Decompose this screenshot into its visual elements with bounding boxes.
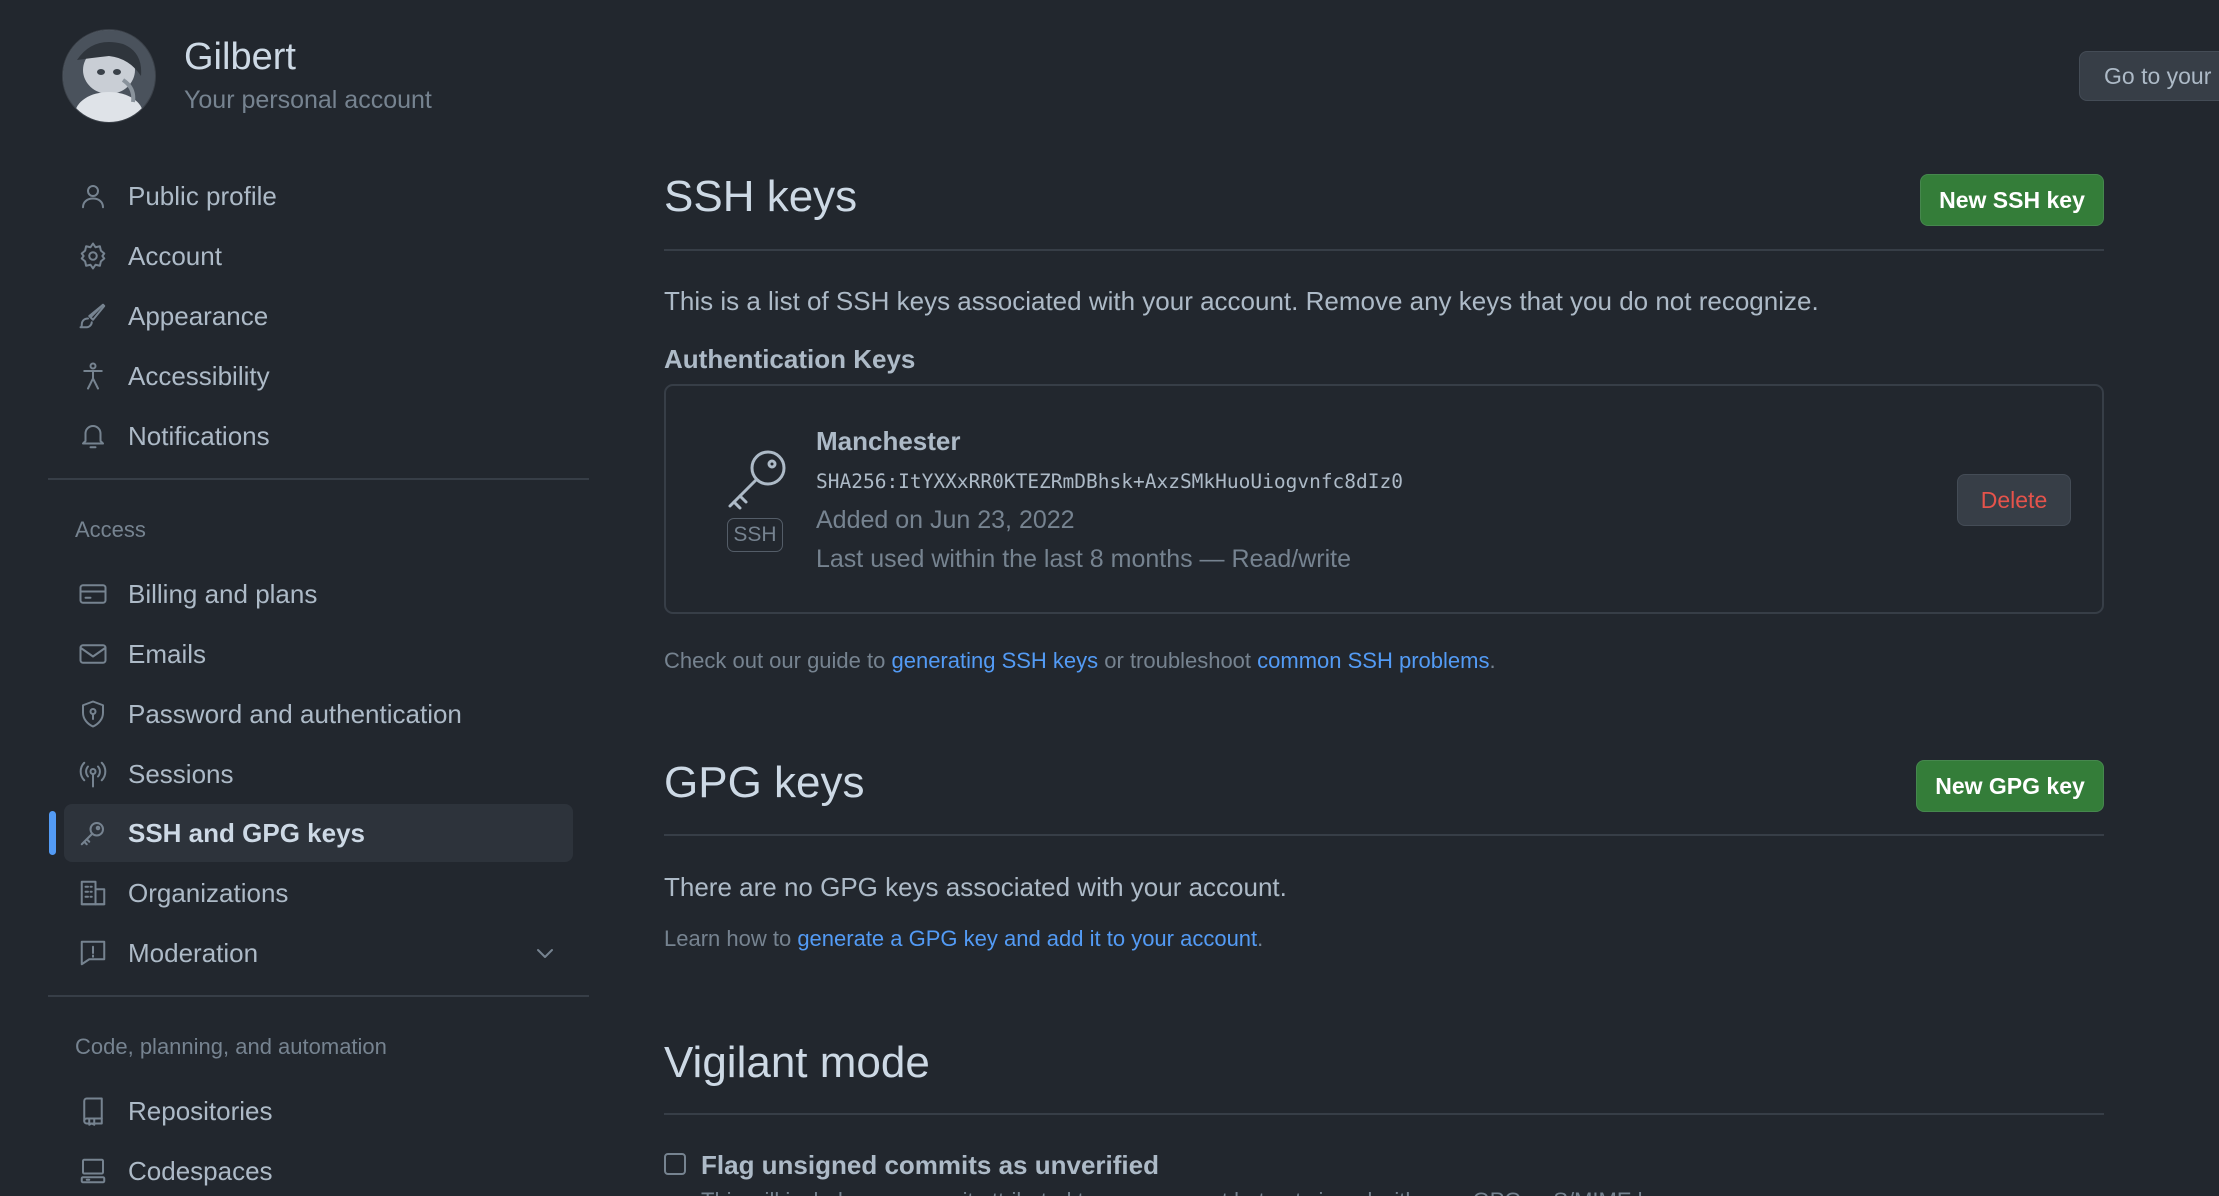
- sidebar-item-label: Emails: [128, 638, 207, 669]
- sidebar-item-public-profile[interactable]: Public profile: [64, 167, 573, 225]
- gpg-learn-prefix: Learn how to: [664, 926, 798, 951]
- sidebar-item-emails[interactable]: Emails: [64, 625, 573, 683]
- accessibility-icon: [78, 361, 108, 391]
- sidebar-item-label: Appearance: [128, 300, 269, 331]
- delete-ssh-key-button[interactable]: Delete: [1957, 474, 2071, 526]
- sidebar-item-password[interactable]: Password and authentication: [64, 685, 573, 743]
- sidebar-item-label: Account: [128, 240, 222, 271]
- organization-icon: [78, 878, 108, 908]
- sidebar-item-codespaces[interactable]: Codespaces: [64, 1142, 573, 1196]
- flag-unsigned-commits-checkbox[interactable]: [664, 1153, 686, 1175]
- sidebar-item-account[interactable]: Account: [64, 227, 573, 285]
- sidebar-item-label: Sessions: [128, 758, 234, 789]
- key-icon: [78, 818, 108, 848]
- sidebar-item-label: Password and authentication: [128, 698, 462, 729]
- ssh-key-name: Manchester: [816, 426, 961, 456]
- vigilant-description: This will include any commit attributed …: [701, 1188, 1676, 1196]
- paintbrush-icon: [78, 301, 108, 331]
- chevron-down-icon[interactable]: [533, 941, 557, 965]
- sidebar-divider: [48, 995, 589, 997]
- sidebar-item-label: Codespaces: [128, 1155, 273, 1186]
- bell-icon: [78, 421, 108, 451]
- sidebar-item-label: Accessibility: [128, 360, 270, 391]
- report-icon: [78, 938, 108, 968]
- vigilant-mode-heading: Vigilant mode: [664, 1038, 930, 1087]
- gpg-keys-heading: GPG keys: [664, 758, 865, 807]
- ssh-description: This is a list of SSH keys associated wi…: [664, 286, 1819, 316]
- go-to-profile-button[interactable]: Go to your: [2079, 51, 2219, 101]
- credit-card-icon: [78, 579, 108, 609]
- codespaces-icon: [78, 1156, 108, 1186]
- sidebar-item-label: Billing and plans: [128, 578, 318, 609]
- sidebar-section-code: Code, planning, and automation: [75, 1034, 387, 1059]
- sidebar-item-repositories[interactable]: Repositories: [64, 1082, 573, 1140]
- sidebar-item-billing[interactable]: Billing and plans: [64, 565, 573, 623]
- mail-icon: [78, 639, 108, 669]
- sidebar-item-appearance[interactable]: Appearance: [64, 287, 573, 345]
- authentication-keys-heading: Authentication Keys: [664, 344, 916, 374]
- sidebar-item-label: Notifications: [128, 420, 270, 451]
- sidebar-item-label: Public profile: [128, 180, 277, 211]
- new-gpg-key-button[interactable]: New GPG key: [1916, 760, 2104, 812]
- gpg-heading-rule: [664, 834, 2104, 836]
- ssh-guide-note: Check out our guide to generating SSH ke…: [664, 648, 1496, 674]
- sidebar-item-label: Organizations: [128, 877, 289, 908]
- ssh-guide-prefix: Check out our guide to: [664, 648, 892, 673]
- ssh-keys-heading: SSH keys: [664, 172, 858, 221]
- settings-page: Gilbert Your personal account Go to your…: [0, 0, 2219, 1196]
- sidebar-item-organizations[interactable]: Organizations: [64, 864, 573, 922]
- ssh-guide-suffix: .: [1489, 648, 1496, 673]
- sidebar-item-label: Moderation: [128, 937, 259, 968]
- key-icon: [724, 444, 792, 512]
- gear-icon: [78, 241, 108, 271]
- new-ssh-key-button[interactable]: New SSH key: [1920, 174, 2104, 226]
- sidebar-divider: [48, 478, 589, 480]
- flag-unsigned-commits-label[interactable]: Flag unsigned commits as unverified: [701, 1150, 1159, 1181]
- gpg-learn-suffix: .: [1257, 926, 1264, 951]
- sidebar-item-accessibility[interactable]: Accessibility: [64, 347, 573, 405]
- vigilant-heading-rule: [664, 1113, 2104, 1115]
- ssh-heading-rule: [664, 249, 2104, 251]
- gpg-learn-note: Learn how to generate a GPG key and add …: [664, 926, 1263, 952]
- gpg-empty-text: There are no GPG keys associated with yo…: [664, 872, 1287, 902]
- active-indicator: [49, 811, 56, 855]
- ssh-guide-middle: or troubleshoot: [1098, 648, 1258, 673]
- repo-icon: [78, 1096, 108, 1126]
- sidebar-item-label: Repositories: [128, 1095, 273, 1126]
- ssh-badge: SSH: [727, 518, 783, 552]
- sidebar-item-label: SSH and GPG keys: [128, 817, 365, 848]
- common-ssh-problems-link[interactable]: common SSH problems: [1257, 648, 1489, 673]
- generate-gpg-key-link[interactable]: generate a GPG key and add it to your ac…: [797, 926, 1257, 951]
- generating-ssh-keys-link[interactable]: generating SSH keys: [891, 648, 1098, 673]
- sidebar-section-access: Access: [75, 517, 146, 542]
- broadcast-icon: [78, 759, 108, 789]
- ssh-key-card: SSH Manchester SHA256:ItYXXxRR0KTEZRmDBh…: [664, 384, 2104, 614]
- sidebar-item-moderation[interactable]: Moderation: [64, 924, 573, 982]
- person-icon: [78, 181, 108, 211]
- settings-sidebar: Public profile Account Appearance Access…: [0, 0, 600, 1196]
- sidebar-item-sessions[interactable]: Sessions: [64, 745, 573, 803]
- sidebar-item-notifications[interactable]: Notifications: [64, 407, 573, 465]
- sidebar-item-ssh-gpg-keys[interactable]: SSH and GPG keys: [64, 804, 573, 862]
- ssh-key-fingerprint: SHA256:ItYXXxRR0KTEZRmDBhsk+AxzSMkHuoUio…: [816, 470, 1403, 493]
- ssh-key-last-used: Last used within the last 8 months — Rea…: [816, 545, 1351, 573]
- shield-icon: [78, 699, 108, 729]
- ssh-key-added-date: Added on Jun 23, 2022: [816, 506, 1075, 534]
